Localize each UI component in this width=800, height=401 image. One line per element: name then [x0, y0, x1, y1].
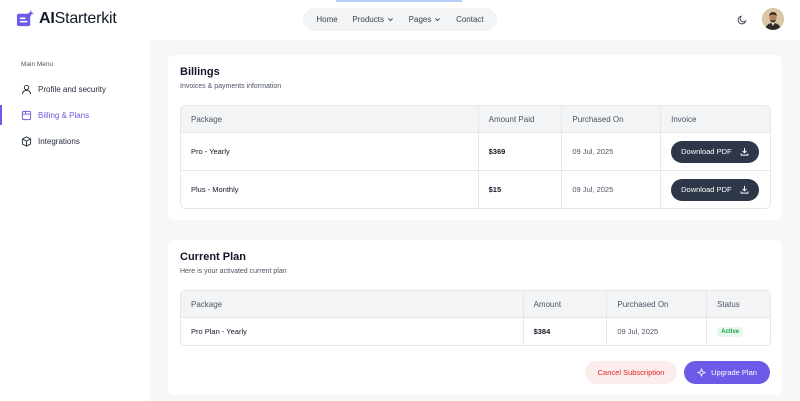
cancel-subscription-button[interactable]: Cancel Subscription	[585, 361, 677, 384]
brand-name: AIStarterkit	[39, 10, 117, 28]
cell-date: 09 Jul, 2025	[607, 318, 708, 345]
nav-home-label: Home	[316, 15, 338, 24]
brand-name-bold: AI	[39, 9, 55, 27]
upgrade-plan-button[interactable]: Upgrade Plan	[684, 361, 770, 384]
avatar-image	[762, 8, 784, 30]
sidebar-item-label: Integrations	[38, 136, 80, 146]
column-header-date: Purchased On	[607, 291, 708, 318]
nav-contact[interactable]: Contact	[456, 15, 484, 24]
sidebar-item-label: Billing & Plans	[38, 110, 90, 120]
cell-amount: $15	[479, 171, 563, 208]
cell-date: 09 Jul, 2025	[562, 171, 662, 208]
cell-amount: $384	[524, 318, 608, 345]
current-plan-card: Current Plan Here is your activated curr…	[168, 240, 782, 395]
column-header-status: Status	[707, 291, 770, 318]
nav-products-label: Products	[352, 15, 384, 24]
brand-logo[interactable]: AIStarterkit	[16, 9, 117, 28]
download-pdf-label: Download PDF	[681, 147, 732, 156]
cancel-subscription-label: Cancel Subscription	[597, 368, 665, 377]
current-plan-title: Current Plan	[180, 251, 247, 263]
nav-pages[interactable]: Pages	[409, 15, 442, 24]
column-header-package: Package	[181, 106, 479, 133]
moon-icon	[737, 15, 747, 25]
cell-invoice: Download PDF	[661, 171, 770, 208]
sidebar-item-label: Profile and security	[38, 84, 107, 94]
table-row: Pro - Yearly $369 09 Jul, 2025 Download …	[181, 133, 770, 171]
theme-toggle-button[interactable]	[732, 9, 753, 30]
upgrade-plan-label: Upgrade Plan	[711, 368, 757, 377]
sidebar-heading: Main Menu	[21, 61, 54, 68]
cell-package: Pro Plan - Yearly	[181, 318, 524, 345]
billings-title: Billings	[180, 66, 220, 78]
download-icon	[740, 147, 748, 156]
sidebar-item-integrations[interactable]: Integrations	[0, 131, 150, 151]
top-accent-bar	[336, 0, 462, 2]
billings-subtitle: Invoices & payments information	[180, 83, 282, 90]
nav-products[interactable]: Products	[352, 15, 394, 24]
user-icon	[21, 84, 32, 94]
cell-package: Plus - Monthly	[181, 171, 479, 208]
download-icon	[740, 185, 748, 194]
sparkle-icon	[697, 368, 706, 377]
billings-table: Package Amount Paid Purchased On Invoice…	[180, 105, 771, 209]
brand-name-rest: Starterkit	[54, 9, 117, 27]
cell-amount: $369	[478, 133, 563, 171]
cube-icon	[21, 135, 32, 147]
column-header-date: Purchased On	[562, 106, 662, 133]
cell-date: 09 Jul, 2025	[562, 133, 662, 171]
column-header-package: Package	[181, 291, 524, 318]
sidebar: Main Menu Profile and security Billing &…	[0, 40, 150, 401]
logo-icon	[16, 9, 35, 27]
current-plan-subtitle: Here is your activated current plan	[180, 268, 287, 275]
billings-card: Billings Invoices & payments information…	[168, 55, 782, 220]
status-badge: Active	[717, 327, 744, 337]
table-header-row: Package Amount Purchased On Status	[181, 291, 770, 318]
sidebar-item-profile[interactable]: Profile and security	[0, 79, 150, 99]
current-plan-table: Package Amount Purchased On Status Pro P…	[180, 290, 771, 346]
billing-icon	[21, 110, 32, 120]
top-header: AIStarterkit Home Products Pages Contact	[0, 0, 800, 40]
chevron-down-icon	[435, 18, 441, 22]
table-row: Pro Plan - Yearly $384 09 Jul, 2025 Acti…	[181, 318, 770, 345]
sidebar-item-billing[interactable]: Billing & Plans	[0, 105, 150, 125]
avatar[interactable]	[762, 8, 784, 30]
download-pdf-label: Download PDF	[681, 185, 732, 194]
cell-package: Pro - Yearly	[181, 133, 479, 171]
cell-status: Active	[707, 318, 770, 345]
column-header-amount: Amount Paid	[478, 106, 563, 133]
download-pdf-button[interactable]: Download PDF	[671, 140, 759, 163]
table-header-row: Package Amount Paid Purchased On Invoice	[181, 106, 770, 133]
nav-pages-label: Pages	[408, 15, 432, 24]
nav-home[interactable]: Home	[316, 15, 337, 24]
table-row: Plus - Monthly $15 09 Jul, 2025 Download…	[181, 171, 770, 208]
column-header-amount: Amount	[523, 291, 608, 318]
nav-contact-label: Contact	[456, 15, 484, 24]
download-pdf-button[interactable]: Download PDF	[671, 178, 759, 201]
chevron-down-icon	[388, 18, 393, 22]
column-header-invoice: Invoice	[661, 106, 770, 133]
cell-invoice: Download PDF	[661, 133, 770, 171]
main-nav: Home Products Pages Contact	[303, 8, 497, 31]
